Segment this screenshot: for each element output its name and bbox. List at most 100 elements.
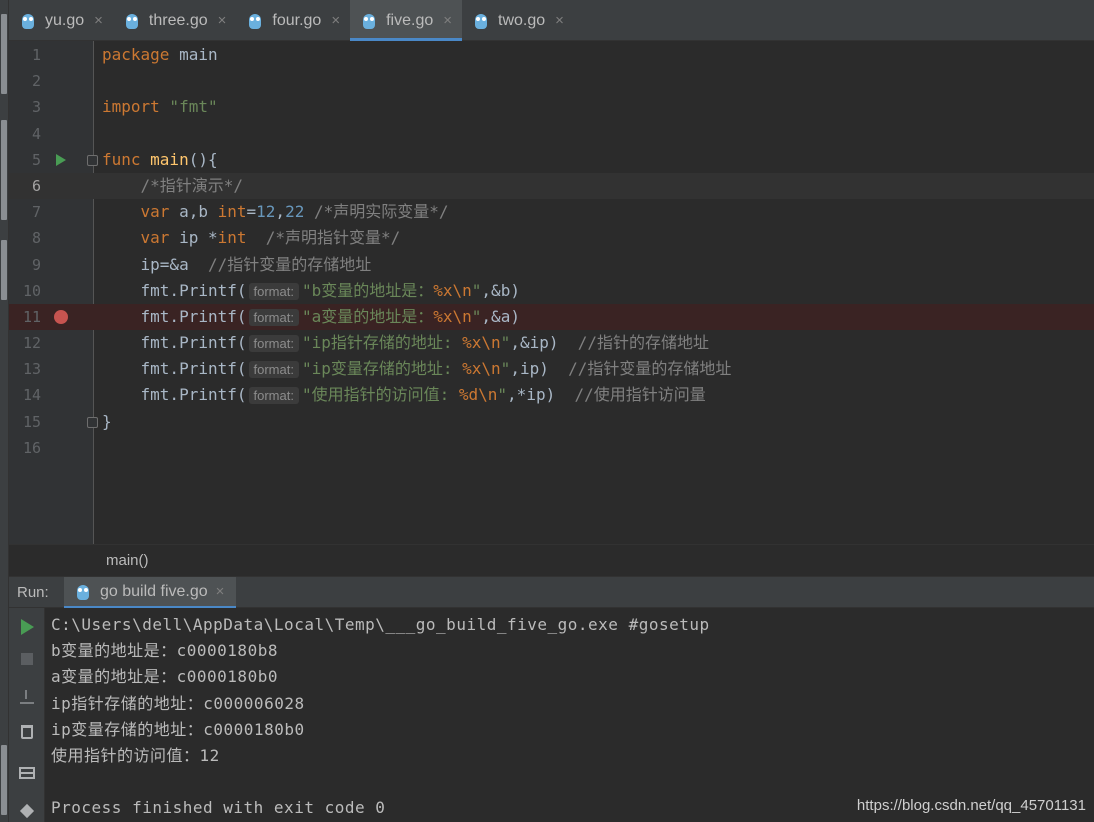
punctuation: , <box>275 202 286 222</box>
go-file-icon <box>21 12 35 30</box>
go-file-icon <box>248 12 262 30</box>
call: fmt.Printf( <box>140 306 247 326</box>
console-line: b变量的地址是：c0000180b8 <box>51 641 278 661</box>
keyword: package <box>102 45 170 64</box>
fold-icon[interactable] <box>87 416 98 428</box>
tab-label: yu.go <box>45 11 85 29</box>
trash-icon[interactable] <box>18 722 36 740</box>
code-line[interactable]: 2 <box>9 68 1094 94</box>
editor-tab-bar: yu.go × three.go × four.go × five.go × t… <box>9 0 1094 41</box>
line-number: 5 <box>31 150 41 169</box>
close-icon[interactable]: × <box>555 12 564 29</box>
tab-label: four.go <box>272 11 322 29</box>
line-number: 16 <box>22 438 41 457</box>
line-number: 10 <box>22 281 41 300</box>
breadcrumb-item[interactable]: main() <box>106 552 149 569</box>
tab-four-go[interactable]: four.go × <box>236 0 350 41</box>
code-line[interactable]: 9 ip=&a //指针变量的存储地址 <box>9 252 1094 278</box>
fold-icon[interactable] <box>87 154 98 166</box>
comment: //指针的存储地址 <box>558 333 710 353</box>
string-literal: "a变量的地址是： <box>301 306 434 326</box>
close-icon[interactable]: × <box>443 12 452 29</box>
type: int <box>217 228 247 248</box>
run-config-tab[interactable]: go build five.go × <box>64 577 237 609</box>
string-literal: "ip指针存储的地址: <box>301 333 463 353</box>
statement: ip=&a <box>140 254 189 274</box>
line-number: 4 <box>31 124 41 143</box>
parameter-hint: format: <box>248 387 299 405</box>
code-line[interactable]: 1 package main <box>9 42 1094 68</box>
layout-icon[interactable] <box>18 764 36 782</box>
function-name: main <box>140 149 189 169</box>
close-icon[interactable]: × <box>331 12 340 29</box>
format-verb: %x\n <box>462 333 501 353</box>
code-line[interactable]: 4 <box>9 121 1094 147</box>
tab-label: three.go <box>148 11 208 29</box>
parameter-hint: format: <box>248 335 299 353</box>
punctuation: (){ <box>188 149 218 169</box>
soft-wrap-icon[interactable] <box>18 688 36 706</box>
format-verb: %x\n <box>433 306 472 326</box>
code-line[interactable]: 16 <box>9 435 1094 461</box>
line-number: 2 <box>31 72 41 91</box>
run-label: Run: <box>17 584 49 601</box>
keyword: var <box>140 228 170 248</box>
code-line[interactable]: 12 fmt.Printf(format: "ip指针存储的地址: %x\n",&… <box>9 330 1094 356</box>
comment: /*声明实际变量*/ <box>304 202 449 222</box>
code-line[interactable]: 5 func main(){ <box>9 147 1094 173</box>
pin-icon[interactable] <box>18 803 36 822</box>
code-line-current[interactable]: 6 /*指针演示*/ <box>9 172 1094 200</box>
code-line[interactable]: 15 } <box>9 409 1094 435</box>
close-icon[interactable]: × <box>216 583 225 600</box>
console-line: C:\Users\dell\AppData\Local\Temp\___go_b… <box>51 615 710 634</box>
line-number: 11 <box>22 307 41 326</box>
code-line[interactable]: 3 import "fmt" <box>9 94 1094 120</box>
close-icon[interactable]: × <box>94 12 103 29</box>
call: fmt.Printf( <box>140 280 247 300</box>
code-line[interactable]: 13 fmt.Printf(format: "ip变量存储的地址: %x\n",i… <box>9 356 1094 382</box>
tab-three-go[interactable]: three.go × <box>113 0 236 41</box>
code-line[interactable]: 7 var a,b int=12,22 /*声明实际变量*/ <box>9 199 1094 225</box>
call: fmt.Printf( <box>140 385 247 405</box>
console-output[interactable]: C:\Users\dell\AppData\Local\Temp\___go_b… <box>45 608 1094 822</box>
stop-icon[interactable] <box>18 650 36 668</box>
string-literal: " <box>500 333 511 353</box>
go-file-icon <box>125 12 139 30</box>
keyword: import <box>102 97 160 117</box>
run-gutter-icon[interactable] <box>53 147 69 173</box>
number: 22 <box>285 202 305 222</box>
identifier: ip * <box>169 228 218 248</box>
code-line-breakpoint[interactable]: 11 fmt.Printf(format: "a变量的地址是：%x\n",&a) <box>9 303 1094 331</box>
tab-two-go[interactable]: two.go × <box>462 0 574 41</box>
arguments: ,&ip) <box>510 333 559 353</box>
keyword: var <box>140 202 170 222</box>
rerun-icon[interactable] <box>18 618 36 636</box>
call: fmt.Printf( <box>140 333 247 353</box>
favorites-tool-tab[interactable] <box>1 745 7 815</box>
closing-brace: } <box>102 411 112 431</box>
comment: //指针变量的存储地址 <box>548 359 732 379</box>
code-editor[interactable]: 1 package main 2 3 import "fmt" 4 5 func… <box>9 41 1094 544</box>
tab-five-go[interactable]: five.go × <box>350 0 462 41</box>
code-line[interactable]: 14 fmt.Printf(format: "使用指针的访问值: %d\n",*i… <box>9 382 1094 408</box>
close-icon[interactable]: × <box>218 12 227 29</box>
line-number: 7 <box>31 203 41 222</box>
watermark: https://blog.csdn.net/qq_45701131 <box>856 797 1086 814</box>
go-file-icon <box>362 12 376 30</box>
parameter-hint: format: <box>248 308 299 326</box>
arguments: ,*ip) <box>507 385 556 405</box>
tab-yu-go[interactable]: yu.go × <box>9 0 113 41</box>
string-literal: " <box>471 306 482 326</box>
comment: /*声明指针变量*/ <box>246 228 401 248</box>
call: fmt.Printf( <box>140 359 247 379</box>
project-tool-tab[interactable] <box>1 14 7 94</box>
string-literal: "使用指针的访问值: <box>301 385 459 405</box>
console-line: ip指针存储的地址：c000006028 <box>51 693 305 713</box>
code-line[interactable]: 10 fmt.Printf(format: "b变量的地址是：%x\n",&b) <box>9 278 1094 304</box>
breakpoint-icon[interactable] <box>53 304 69 330</box>
learn-tool-tab[interactable] <box>1 240 7 300</box>
code-line[interactable]: 8 var ip *int /*声明指针变量*/ <box>9 225 1094 251</box>
console-line: a变量的地址是：c0000180b0 <box>51 667 278 687</box>
structure-tool-tab[interactable] <box>1 120 7 220</box>
go-file-icon <box>474 12 488 30</box>
